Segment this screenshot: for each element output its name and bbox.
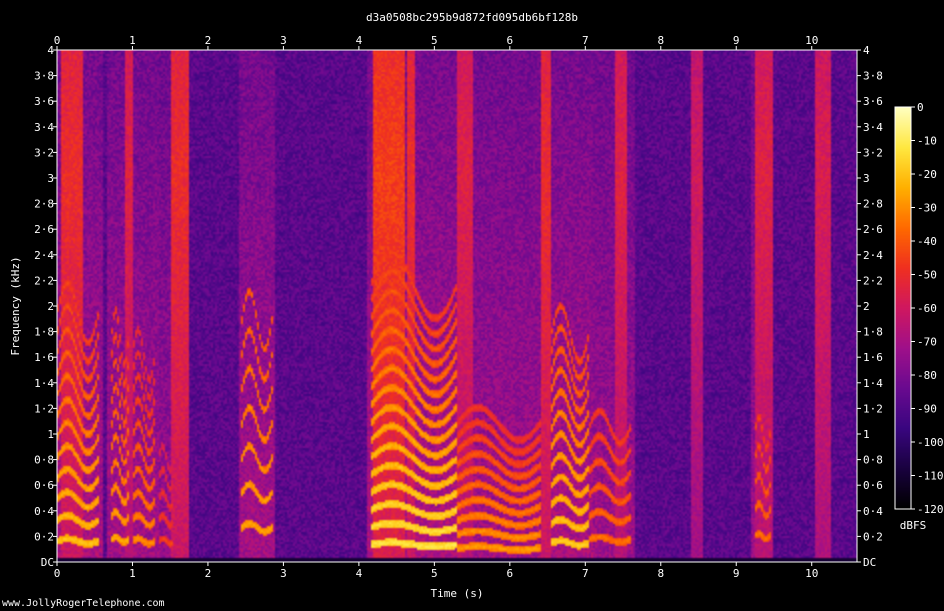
x-tick-label-top: 6 xyxy=(507,34,514,47)
y-tick-label: 1 xyxy=(47,428,54,441)
colorbar-tick-label: -90 xyxy=(917,403,937,416)
colorbar-tick-label: -100 xyxy=(917,436,944,449)
y-tick-label-right: 2 xyxy=(863,300,870,313)
x-tick-label-top: 5 xyxy=(431,34,438,47)
colorbar-tick-label: -60 xyxy=(917,302,937,315)
x-tick-label: 5 xyxy=(431,567,438,580)
y-tick-label: 2·2 xyxy=(34,274,54,287)
x-axis-top: 0 1 2 3 4 5 6 7 8 9 10 xyxy=(54,34,818,50)
y-tick-label-right: 0·6 xyxy=(863,479,883,492)
y-tick-label-right: 1 xyxy=(863,428,870,441)
y-tick-label-right: 2·6 xyxy=(863,223,883,236)
y-tick-label: 0·8 xyxy=(34,454,54,467)
x-tick-label-top: 8 xyxy=(657,34,664,47)
x-tick-label: 10 xyxy=(805,567,818,580)
y-tick-label-right: DC xyxy=(863,556,876,569)
x-tick-label-top: 2 xyxy=(205,34,212,47)
y-tick-label: 1·8 xyxy=(34,326,54,339)
y-axis-right: DC 0·2 0·4 0·6 0·8 1 1·2 1·4 1·6 1·8 2 2·2 2·4 2·6 2·8… xyxy=(857,44,883,569)
y-tick-label-right: 2·2 xyxy=(863,274,883,287)
x-tick-label-top: 4 xyxy=(356,34,363,47)
y-tick-label-right: 0·4 xyxy=(863,505,883,518)
y-axis-left: DC 0·2 0·4 0·6 0·8 1 1·2 1·4 1·6 1·8 2 2·2 2·4 2·6 2·8… xyxy=(34,44,57,569)
x-tick-label-top: 1 xyxy=(129,34,136,47)
colorbar-tick-label: -80 xyxy=(917,369,937,382)
x-tick-label: 2 xyxy=(205,567,212,580)
x-tick-label-top: 7 xyxy=(582,34,589,47)
y-tick-label-right: 2·8 xyxy=(863,198,883,211)
y-tick-label-right: 3 xyxy=(863,172,870,185)
y-tick-label: 1·2 xyxy=(34,402,54,415)
x-axis-bottom: 0 1 2 3 4 5 6 7 8 9 10 xyxy=(54,562,818,580)
x-axis-label: Time (s) xyxy=(431,587,484,600)
x-tick-label-top: 9 xyxy=(733,34,740,47)
y-tick-label: 2·8 xyxy=(34,198,54,211)
y-tick-label: 2 xyxy=(47,300,54,313)
y-tick-label-right: 3·4 xyxy=(863,121,883,134)
colorbar-tick-label: -20 xyxy=(917,168,937,181)
y-tick-label: 2·6 xyxy=(34,223,54,236)
y-tick-label-right: 3·6 xyxy=(863,95,883,108)
y-tick-label: 0·6 xyxy=(34,479,54,492)
y-tick-label: DC xyxy=(41,556,54,569)
x-tick-label: 7 xyxy=(582,567,589,580)
y-tick-label: 4 xyxy=(47,44,54,57)
y-tick-label-right: 0·2 xyxy=(863,530,883,543)
colorbar-tick-label: -10 xyxy=(917,135,937,148)
colorbar-tick-label: -70 xyxy=(917,336,937,349)
colorbar-tick-label: -30 xyxy=(917,202,937,215)
spectrogram-chart: d3a0508bc295b9d872fd095db6bf128b 0 1 2 3 4 5 6… xyxy=(9,11,944,600)
x-tick-label: 6 xyxy=(507,567,514,580)
colorbar-tick-label: -110 xyxy=(917,470,944,483)
y-tick-label: 0·2 xyxy=(34,530,54,543)
y-tick-label-right: 0·8 xyxy=(863,454,883,467)
x-tick-label-top: 3 xyxy=(280,34,287,47)
y-tick-label: 3 xyxy=(47,172,54,185)
y-tick-label: 3·6 xyxy=(34,95,54,108)
y-tick-label-right: 2·4 xyxy=(863,249,883,262)
plot-area xyxy=(56,49,858,563)
x-tick-label: 1 xyxy=(129,567,136,580)
x-tick-label-top: 0 xyxy=(54,34,61,47)
y-tick-label: 0·4 xyxy=(34,505,54,518)
colorbar: 0 -10 -20 -30 -40 -50 -60 -70 -80 -90 -100 -110 -120… xyxy=(894,101,944,532)
colorbar-tick-label: -40 xyxy=(917,235,937,248)
y-tick-label-right: 3·8 xyxy=(863,70,883,83)
spectrogram-image xyxy=(57,50,857,562)
y-tick-label: 3·4 xyxy=(34,121,54,134)
colorbar-label: dBFS xyxy=(900,519,927,532)
x-tick-label: 3 xyxy=(280,567,287,580)
y-tick-label-right: 1·8 xyxy=(863,326,883,339)
y-tick-label: 3·8 xyxy=(34,70,54,83)
y-tick-label: 3·2 xyxy=(34,146,54,159)
colorbar-tick-label: 0 xyxy=(917,101,924,114)
y-tick-label: 1·4 xyxy=(34,377,54,390)
y-tick-label-right: 1·2 xyxy=(863,402,883,415)
y-tick-label-right: 1·6 xyxy=(863,351,883,364)
x-tick-label: 4 xyxy=(356,567,363,580)
x-tick-label-top: 10 xyxy=(805,34,818,47)
website-footer: www.JollyRogerTelephone.com xyxy=(2,598,165,609)
chart-title: d3a0508bc295b9d872fd095db6bf128b xyxy=(366,11,578,24)
y-tick-label-right: 3·2 xyxy=(863,146,883,159)
colorbar-tick-label: -120 xyxy=(917,503,944,516)
y-tick-label: 1·6 xyxy=(34,351,54,364)
y-axis-label: Frequency (kHz) xyxy=(9,256,22,355)
colorbar-gradient xyxy=(895,107,911,509)
y-tick-label-right: 1·4 xyxy=(863,377,883,390)
colorbar-ticks: 0 -10 -20 -30 -40 -50 -60 -70 -80 -90 -100 -110 -120 xyxy=(911,101,944,516)
y-tick-label-right: 4 xyxy=(863,44,870,57)
x-tick-label: 0 xyxy=(54,567,61,580)
x-tick-label: 8 xyxy=(657,567,664,580)
x-tick-label: 9 xyxy=(733,567,740,580)
y-tick-label: 2·4 xyxy=(34,249,54,262)
colorbar-tick-label: -50 xyxy=(917,269,937,282)
